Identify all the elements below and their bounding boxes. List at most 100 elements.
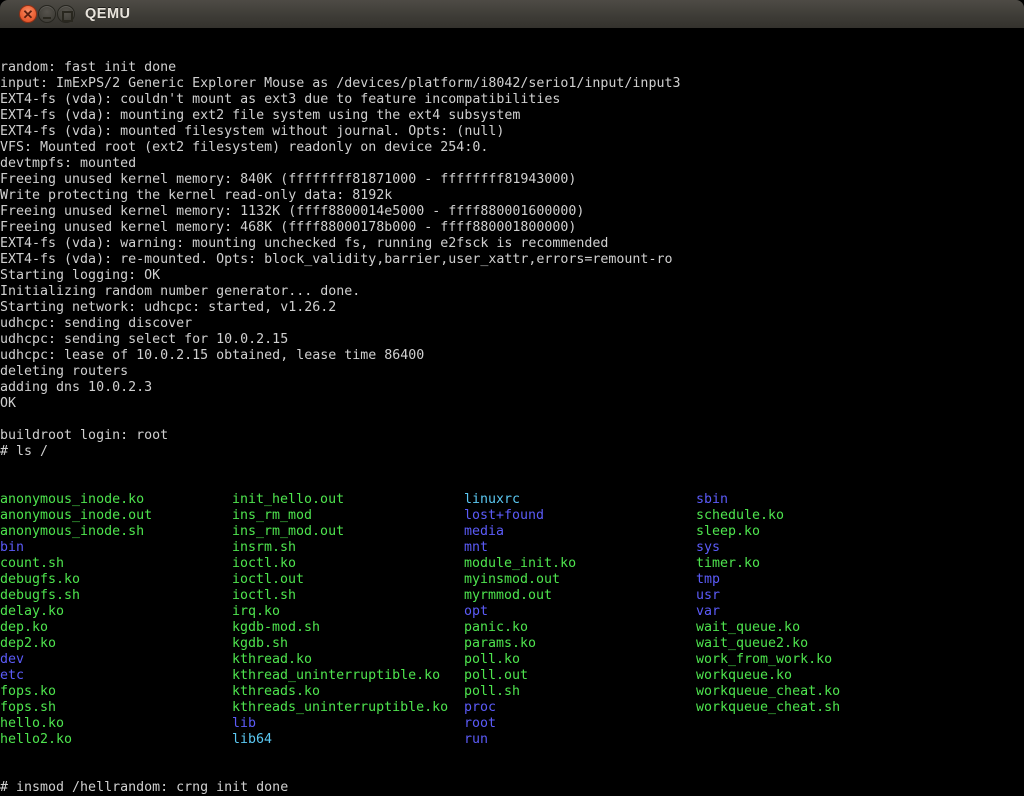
file-entry: workqueue_cheat.ko bbox=[696, 684, 840, 700]
file-entry: debugfs.sh bbox=[0, 588, 152, 604]
file-entry: init_hello.out bbox=[232, 492, 448, 508]
file-entry: sleep.ko bbox=[696, 524, 840, 540]
directory-entry: proc bbox=[464, 700, 576, 716]
file-entry: params.ko bbox=[464, 636, 576, 652]
file-entry: anonymous_inode.ko bbox=[0, 492, 152, 508]
file-entry: ins_rm_mod.out bbox=[232, 524, 448, 540]
directory-entry: sbin bbox=[696, 492, 840, 508]
file-entry: irq.ko bbox=[232, 604, 448, 620]
file-entry: ioctl.out bbox=[232, 572, 448, 588]
file-entry: kthread.ko bbox=[232, 652, 448, 668]
directory-entry: root bbox=[464, 716, 576, 732]
console-line: udhcpc: sending select for 10.0.2.15 bbox=[0, 332, 1024, 348]
titlebar[interactable]: ✕ QEMU bbox=[0, 0, 1024, 29]
ls-column: sbinschedule.kosleep.kosystimer.kotmpusr… bbox=[696, 492, 840, 716]
file-entry: dep.ko bbox=[0, 620, 152, 636]
maximize-button[interactable] bbox=[57, 5, 75, 23]
file-entry: myinsmod.out bbox=[464, 572, 576, 588]
close-icon: ✕ bbox=[20, 6, 36, 22]
console-line: random: fast init done bbox=[0, 60, 1024, 76]
file-entry: kthreads_uninterruptible.ko bbox=[232, 700, 448, 716]
console-line: EXT4-fs (vda): couldn't mount as ext3 du… bbox=[0, 92, 1024, 108]
directory-entry: etc bbox=[0, 668, 152, 684]
console-line: # ls / bbox=[0, 444, 1024, 460]
console-line: # insmod /hellrandom: crng init done bbox=[0, 780, 1024, 796]
console-line: EXT4-fs (vda): re-mounted. Opts: block_v… bbox=[0, 252, 1024, 268]
console-line: EXT4-fs (vda): warning: mounting uncheck… bbox=[0, 236, 1024, 252]
file-entry: workqueue.ko bbox=[696, 668, 840, 684]
ls-column: linuxrclost+foundmediamntmodule_init.kom… bbox=[464, 492, 576, 748]
console-line: Write protecting the kernel read-only da… bbox=[0, 188, 1024, 204]
symlink-entry: linuxrc bbox=[464, 492, 576, 508]
qemu-window: ✕ QEMU random: fast init doneinput: ImEx… bbox=[0, 0, 1024, 796]
file-entry: work_from_work.ko bbox=[696, 652, 840, 668]
file-entry: timer.ko bbox=[696, 556, 840, 572]
directory-entry: dev bbox=[0, 652, 152, 668]
minimize-icon bbox=[43, 17, 51, 19]
file-entry: myrmmod.out bbox=[464, 588, 576, 604]
console-line: deleting routers bbox=[0, 364, 1024, 380]
directory-entry: sys bbox=[696, 540, 840, 556]
console-line: udhcpc: sending discover bbox=[0, 316, 1024, 332]
close-button[interactable]: ✕ bbox=[19, 5, 37, 23]
directory-entry: lib bbox=[232, 716, 448, 732]
file-entry: poll.out bbox=[464, 668, 576, 684]
console-line bbox=[0, 412, 1024, 428]
file-entry: debugfs.ko bbox=[0, 572, 152, 588]
console-line: input: ImExPS/2 Generic Explorer Mouse a… bbox=[0, 76, 1024, 92]
directory-entry: media bbox=[464, 524, 576, 540]
file-entry: kthreads.ko bbox=[232, 684, 448, 700]
console-line: Starting logging: OK bbox=[0, 268, 1024, 284]
console-line: EXT4-fs (vda): mounting ext2 file system… bbox=[0, 108, 1024, 124]
console-line: EXT4-fs (vda): mounted filesystem withou… bbox=[0, 124, 1024, 140]
file-entry: wait_queue2.ko bbox=[696, 636, 840, 652]
ls-output: anonymous_inode.koanonymous_inode.outano… bbox=[0, 492, 1024, 748]
file-entry: dep2.ko bbox=[0, 636, 152, 652]
console-line: Freeing unused kernel memory: 1132K (fff… bbox=[0, 204, 1024, 220]
file-entry: ioctl.sh bbox=[232, 588, 448, 604]
file-entry: ioctl.ko bbox=[232, 556, 448, 572]
console-line: Initializing random number generator... … bbox=[0, 284, 1024, 300]
window-title: QEMU bbox=[85, 0, 131, 28]
directory-entry: bin bbox=[0, 540, 152, 556]
file-entry: delay.ko bbox=[0, 604, 152, 620]
console-line: OK bbox=[0, 396, 1024, 412]
file-entry: poll.sh bbox=[464, 684, 576, 700]
file-entry: hello.ko bbox=[0, 716, 152, 732]
boot-log: random: fast init doneinput: ImExPS/2 Ge… bbox=[0, 60, 1024, 460]
terminal-screen[interactable]: random: fast init doneinput: ImExPS/2 Ge… bbox=[0, 28, 1024, 796]
ls-column: init_hello.outins_rm_modins_rm_mod.outin… bbox=[232, 492, 448, 748]
file-entry: wait_queue.ko bbox=[696, 620, 840, 636]
file-entry: kgdb-mod.sh bbox=[232, 620, 448, 636]
file-entry: anonymous_inode.sh bbox=[0, 524, 152, 540]
file-entry: kgdb.sh bbox=[232, 636, 448, 652]
directory-entry: lost+found bbox=[464, 508, 576, 524]
directory-entry: mnt bbox=[464, 540, 576, 556]
directory-entry: opt bbox=[464, 604, 576, 620]
file-entry: poll.ko bbox=[464, 652, 576, 668]
directory-entry: run bbox=[464, 732, 576, 748]
console-line: VFS: Mounted root (ext2 filesystem) read… bbox=[0, 140, 1024, 156]
file-entry: fops.sh bbox=[0, 700, 152, 716]
ls-column: anonymous_inode.koanonymous_inode.outano… bbox=[0, 492, 152, 748]
shell-output: # insmod /hellrandom: crng init done# in… bbox=[0, 780, 1024, 796]
minimize-button[interactable] bbox=[38, 5, 56, 23]
file-entry: panic.ko bbox=[464, 620, 576, 636]
file-entry: count.sh bbox=[0, 556, 152, 572]
file-entry: workqueue_cheat.sh bbox=[696, 700, 840, 716]
maximize-icon bbox=[62, 11, 73, 22]
file-entry: kthread_uninterruptible.ko bbox=[232, 668, 448, 684]
console-line: Freeing unused kernel memory: 840K (ffff… bbox=[0, 172, 1024, 188]
file-entry: hello2.ko bbox=[0, 732, 152, 748]
directory-entry: usr bbox=[696, 588, 840, 604]
file-entry: anonymous_inode.out bbox=[0, 508, 152, 524]
console-line: udhcpc: lease of 10.0.2.15 obtained, lea… bbox=[0, 348, 1024, 364]
file-entry: module_init.ko bbox=[464, 556, 576, 572]
console-line: Starting network: udhcpc: started, v1.26… bbox=[0, 300, 1024, 316]
file-entry: insrm.sh bbox=[232, 540, 448, 556]
console-line: buildroot login: root bbox=[0, 428, 1024, 444]
directory-entry: tmp bbox=[696, 572, 840, 588]
file-entry: schedule.ko bbox=[696, 508, 840, 524]
file-entry: ins_rm_mod bbox=[232, 508, 448, 524]
file-entry: fops.ko bbox=[0, 684, 152, 700]
